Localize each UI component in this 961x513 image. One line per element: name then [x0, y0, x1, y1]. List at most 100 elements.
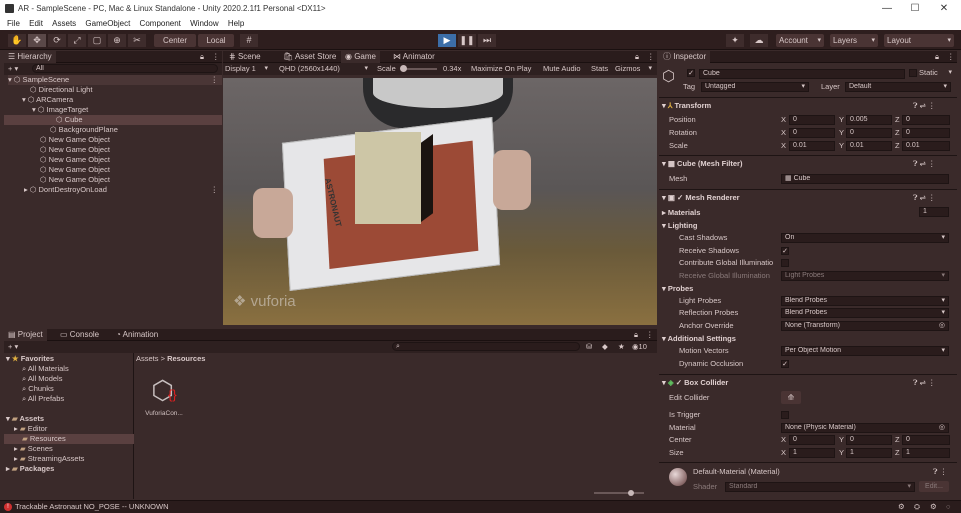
box-collider-header[interactable]: ▾ ◈ ✓ Box Collider: [662, 377, 728, 388]
lighting-foldout[interactable]: ▾ Lighting: [662, 220, 697, 231]
list-item[interactable]: ▸ ⬡ DontDestroyOnLoad ⋮: [24, 185, 222, 195]
collab-icon[interactable]: ✦: [726, 34, 744, 47]
close-icon[interactable]: ✕: [937, 2, 951, 16]
minimize-icon[interactable]: —: [880, 2, 894, 16]
help-icon[interactable]: ❓︎ ⇌ ⋮: [913, 193, 935, 203]
mesh-field[interactable]: ▦ Cube: [781, 174, 949, 184]
center-z-field[interactable]: 0: [902, 435, 950, 445]
list-item[interactable]: ▸ ▰ Editor: [14, 424, 47, 434]
list-item[interactable]: ▸ ▰ StreamingAssets: [14, 454, 84, 464]
light-probes-dropdown[interactable]: Blend Probes: [781, 296, 949, 306]
hierarchy-search-input[interactable]: All: [32, 64, 218, 73]
list-item[interactable]: ▾ ⬡ ARCamera: [22, 95, 73, 105]
reflection-probes-dropdown[interactable]: Blend Probes: [781, 308, 949, 318]
hidden-packages-icon[interactable]: ◉10: [632, 342, 647, 352]
shader-dropdown[interactable]: Standard: [725, 482, 915, 492]
favorite-icon[interactable]: ★: [618, 342, 625, 352]
tag-dropdown[interactable]: Untagged: [701, 82, 809, 92]
create-plus-icon[interactable]: + ▾: [8, 64, 18, 74]
materials-foldout[interactable]: ▸ Materials: [662, 207, 700, 218]
resolution-dropdown[interactable]: QHD (2560x1440): [279, 64, 371, 74]
rect-tool-icon[interactable]: ▢: [88, 34, 106, 47]
center-y-field[interactable]: 0: [846, 435, 892, 445]
breadcrumb-resources[interactable]: Resources: [167, 354, 205, 363]
breadcrumb-assets[interactable]: Assets: [136, 354, 159, 363]
rotate-tool-icon[interactable]: ⟳: [48, 34, 66, 47]
mute-audio-toggle[interactable]: Mute Audio: [543, 64, 581, 74]
receive-shadows-checkbox[interactable]: ✓: [781, 247, 789, 255]
expand-arrow-icon[interactable]: ▾: [8, 75, 12, 84]
object-picker-icon[interactable]: ◎: [939, 424, 945, 432]
contribute-gi-checkbox[interactable]: [781, 259, 789, 267]
panel-menu-icon[interactable]: ⋮: [212, 52, 220, 62]
scale-z-field[interactable]: 0.01: [902, 141, 950, 151]
scale-y-field[interactable]: 0.01: [846, 141, 892, 151]
play-button[interactable]: ▶: [438, 34, 456, 47]
tab-inspector[interactable]: ⓘ Inspector: [659, 51, 711, 63]
menu-component[interactable]: Component: [140, 18, 181, 30]
menu-file[interactable]: File: [7, 18, 20, 30]
center-x-field[interactable]: 0: [789, 435, 835, 445]
settings-icon[interactable]: ⚙: [930, 502, 937, 512]
icon-size-knob[interactable]: [628, 490, 634, 496]
create-plus-icon[interactable]: + ▾: [8, 342, 18, 352]
tab-asset-store[interactable]: 🛍︎ Asset Store: [279, 51, 340, 63]
object-picker-icon[interactable]: ◎: [939, 322, 945, 330]
mesh-filter-header[interactable]: ▾ ▦ Cube (Mesh Filter): [662, 158, 742, 169]
filter-by-type-icon[interactable]: ⛁: [586, 342, 592, 352]
custom-tool-icon[interactable]: ✂: [128, 34, 146, 47]
size-x-field[interactable]: 1: [789, 448, 835, 458]
tab-scene[interactable]: ⋕ Scene: [225, 51, 265, 63]
transform-tool-icon[interactable]: ⊕: [108, 34, 126, 47]
status-message[interactable]: Trackable Astronaut NO_POSE -- UNKNOWN: [15, 502, 169, 512]
motion-vectors-dropdown[interactable]: Per Object Motion: [781, 346, 949, 356]
size-y-field[interactable]: 1: [846, 448, 892, 458]
tab-animator[interactable]: ⋈ Animator: [389, 51, 439, 63]
list-item[interactable]: ▾ ⬡ SampleScene ⋮: [8, 75, 222, 85]
menu-window[interactable]: Window: [190, 18, 218, 30]
pivot-center-button[interactable]: Center: [154, 34, 196, 47]
physic-material-field[interactable]: None (Physic Material) ◎: [781, 423, 949, 433]
lock-icon[interactable]: 🔒︎: [634, 330, 638, 340]
list-item[interactable]: ⌕ Chunks: [22, 384, 54, 394]
packages-folder[interactable]: ▸ ▰ Packages: [6, 464, 54, 474]
list-item[interactable]: ⬡ Directional Light: [30, 85, 92, 95]
list-item[interactable]: ⬡ New Game Object: [40, 175, 110, 185]
help-icon[interactable]: ❓︎ ⇌ ⋮: [913, 101, 935, 111]
stats-toggle[interactable]: Stats: [591, 64, 608, 74]
rotation-x-field[interactable]: 0: [789, 128, 835, 138]
list-item[interactable]: ▸ ▰ Scenes: [14, 444, 53, 454]
filter-by-label-icon[interactable]: ◆: [602, 342, 608, 352]
anchor-override-field[interactable]: None (Transform) ◎: [781, 321, 949, 331]
list-item-selected[interactable]: ⬡ Cube: [4, 115, 222, 125]
menu-gameobject[interactable]: GameObject: [85, 18, 130, 30]
scale-slider-knob[interactable]: [399, 65, 407, 72]
scale-tool-icon[interactable]: ⤢: [68, 34, 86, 47]
collab-status-icon[interactable]: ◌: [946, 502, 950, 512]
layers-dropdown[interactable]: Layers: [830, 34, 878, 47]
cast-shadows-dropdown[interactable]: On: [781, 233, 949, 243]
favorites-folder[interactable]: ▾ ★ Favorites: [6, 354, 54, 364]
scale-slider[interactable]: [399, 65, 437, 72]
mesh-renderer-header[interactable]: ▾ ▣ ✓ Mesh Renderer: [662, 192, 740, 203]
list-item[interactable]: ⬡ BackgroundPlane: [50, 125, 118, 135]
static-checkbox[interactable]: [909, 69, 917, 77]
pivot-local-button[interactable]: Local: [198, 34, 234, 47]
list-item[interactable]: ▾ ⬡ ImageTarget: [32, 105, 88, 115]
layout-dropdown[interactable]: Layout: [884, 34, 954, 47]
is-trigger-checkbox[interactable]: [781, 411, 789, 419]
maximize-icon[interactable]: ☐: [908, 2, 922, 16]
tab-animation[interactable]: ◔ Animation: [112, 329, 162, 341]
lock-icon[interactable]: 🔒︎: [200, 52, 204, 62]
item-menu-icon[interactable]: ⋮: [211, 75, 219, 85]
position-x-field[interactable]: 0: [789, 115, 835, 125]
tab-game[interactable]: ◉ Game: [341, 51, 380, 63]
auto-generate-lighting-icon[interactable]: ⚙: [898, 502, 905, 512]
dynamic-occlusion-checkbox[interactable]: ✓: [781, 360, 789, 368]
project-search-input[interactable]: ⌕: [392, 342, 580, 351]
tab-project[interactable]: ▤ Project: [4, 329, 47, 341]
receive-gi-dropdown[interactable]: Light Probes: [781, 271, 949, 281]
panel-menu-icon[interactable]: ⋮: [647, 52, 655, 62]
grid-snap-icon[interactable]: #: [240, 34, 258, 47]
materials-count-field[interactable]: 1: [919, 207, 949, 217]
